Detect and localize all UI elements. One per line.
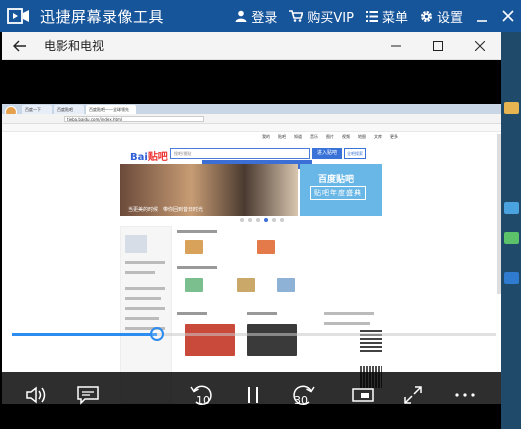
more-dots-icon xyxy=(455,393,475,397)
login-button[interactable]: 登录 xyxy=(229,0,283,32)
buy-vip-label: 购买VIP xyxy=(307,10,354,26)
pause-button[interactable] xyxy=(235,378,271,412)
recorded-nav-link: 文库 xyxy=(374,134,382,139)
recorded-logo-part: 贴吧 xyxy=(147,152,168,163)
maximize-icon xyxy=(433,40,443,51)
video-area[interactable]: 百度一下 百度贴吧 百度贴吧——全球领先 tieba.baidu.com/ind… xyxy=(2,60,501,429)
previous-button[interactable] xyxy=(5,228,27,268)
recorded-banner-tieba: 百度贴吧 贴吧年度盛典 xyxy=(300,164,382,216)
menu-button[interactable]: 菜单 xyxy=(360,0,414,32)
app-title: 迅捷屏幕录像工具 xyxy=(40,7,165,26)
seek-bar-progress xyxy=(12,333,158,336)
window-close-button[interactable] xyxy=(459,32,501,60)
recorded-nav-link: 图片 xyxy=(326,134,334,139)
recorded-url: tieba.baidu.com/index.html xyxy=(64,116,204,122)
close-icon xyxy=(475,40,485,51)
close-icon xyxy=(502,10,514,22)
fullscreen-icon xyxy=(404,386,422,404)
arrow-left-icon xyxy=(13,40,26,51)
recorded-tab: 百度贴吧——全球领先 xyxy=(86,105,136,114)
current-time: 0:00:28 xyxy=(13,349,56,362)
menu-list-icon xyxy=(365,10,378,22)
picture-in-picture-icon xyxy=(352,388,374,402)
login-label: 登录 xyxy=(251,10,278,26)
back-button[interactable] xyxy=(2,32,38,60)
app-root: 迅捷屏幕录像工具 登录 购买VIP 菜单 设置 电影和电视 百度一下 百度贴吧 … xyxy=(0,0,521,429)
settings-label: 设置 xyxy=(436,10,463,26)
recorded-nav-link: 知道 xyxy=(294,134,302,139)
video-letterbox xyxy=(2,60,501,104)
menu-label: 菜单 xyxy=(381,10,408,26)
app-logo-icon xyxy=(6,6,32,26)
recorded-search-button: 进入贴吧 xyxy=(312,148,342,159)
app-menu: 登录 购买VIP 菜单 设置 xyxy=(229,0,521,32)
recorded-tab: 百度贴吧 xyxy=(54,105,84,114)
recorded-search-box: 搜吧/搜贴 xyxy=(170,148,310,159)
recorded-banner-subtitle: 贴吧年度盛典 xyxy=(310,186,366,200)
cart-icon xyxy=(289,10,304,22)
pause-icon xyxy=(248,387,258,403)
recorded-logo-part: Bai xyxy=(130,152,148,163)
rewind-10-button[interactable]: 10 xyxy=(184,378,220,412)
subtitles-button[interactable] xyxy=(70,378,106,412)
recorded-nav-link: 我的 xyxy=(262,134,270,139)
video-frame: 百度一下 百度贴吧 百度贴吧——全球领先 tieba.baidu.com/ind… xyxy=(2,104,501,404)
recorded-bookmarks-bar xyxy=(2,124,501,132)
recorded-tab: 百度一下 xyxy=(22,105,52,114)
recorded-baidu-logo: Bai贴吧 xyxy=(130,148,168,163)
volume-icon xyxy=(26,386,46,404)
recorded-nav-link: 更多 xyxy=(390,134,398,139)
minimize-icon xyxy=(391,45,401,46)
recorded-banner-title: 百度贴吧 xyxy=(318,175,355,185)
recorded-nav-link: 地图 xyxy=(358,134,366,139)
player-window-title-bar: 电影和电视 xyxy=(2,32,501,60)
recorded-address-bar: tieba.baidu.com/index.html xyxy=(2,114,501,124)
mini-view-button[interactable] xyxy=(345,378,381,412)
more-options-button[interactable] xyxy=(447,378,483,412)
total-time: 0:01:32 xyxy=(450,349,493,362)
seek-bar[interactable] xyxy=(12,327,496,341)
window-controls xyxy=(375,32,501,60)
desktop-icon xyxy=(504,272,519,284)
desktop-background-strip xyxy=(501,32,521,429)
app-minimize-button[interactable] xyxy=(469,0,495,32)
settings-button[interactable]: 设置 xyxy=(414,0,469,32)
recorded-carousel-dots xyxy=(240,218,284,222)
recorded-nav-links: 我的 贴吧 知道 音乐 图片 视频 地图 文库 更多 xyxy=(262,134,398,140)
app-title-bar: 迅捷屏幕录像工具 登录 购买VIP 菜单 设置 xyxy=(0,0,521,32)
fullscreen-button[interactable] xyxy=(395,378,431,412)
minimize-icon xyxy=(477,20,487,22)
recorded-nav-link: 视频 xyxy=(342,134,350,139)
gear-icon xyxy=(420,10,432,22)
window-minimize-button[interactable] xyxy=(375,32,417,60)
volume-button[interactable] xyxy=(19,378,55,412)
rewind-seconds: 10 xyxy=(196,394,210,407)
subtitles-icon xyxy=(77,386,99,405)
app-close-button[interactable] xyxy=(495,0,521,32)
forward-30-button[interactable]: 30 xyxy=(285,378,321,412)
recorded-nav-link: 音乐 xyxy=(310,134,318,139)
recorded-scrollbar xyxy=(497,134,501,294)
desktop-icon xyxy=(504,102,519,114)
next-button[interactable] xyxy=(474,228,496,268)
recorded-search-button-2: 全吧搜索 xyxy=(344,148,366,159)
user-icon xyxy=(235,10,247,22)
window-maximize-button[interactable] xyxy=(417,32,459,60)
forward-seconds: 30 xyxy=(294,394,308,407)
recorded-nav-link: 贴吧 xyxy=(278,134,286,139)
desktop-icon xyxy=(504,202,519,214)
recorded-banner-caption: 当更美的时候 带你回到昔日时光 xyxy=(128,207,204,213)
chevron-right-icon xyxy=(479,234,492,262)
player-window-title: 电影和电视 xyxy=(44,39,105,53)
recorded-browser-tabs: 百度一下 百度贴吧 百度贴吧——全球领先 xyxy=(2,104,501,114)
desktop-icon xyxy=(504,232,519,244)
buy-vip-button[interactable]: 购买VIP xyxy=(283,0,360,32)
recorded-banner-movie: 当更美的时候 带你回到昔日时光 xyxy=(120,164,298,216)
player-controls: 10 30 xyxy=(2,372,501,429)
chevron-left-icon xyxy=(9,234,22,262)
